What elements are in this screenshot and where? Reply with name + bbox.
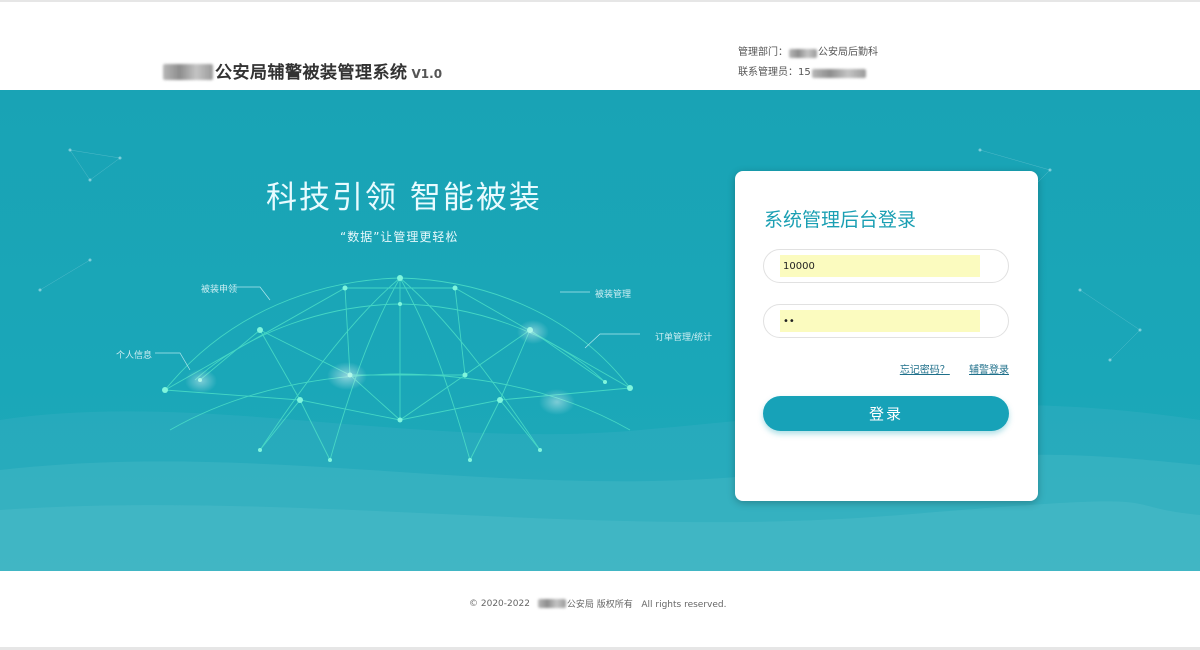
password-input[interactable] <box>780 310 980 332</box>
login-card: 系统管理后台登录 忘记密码？ 辅警登录 登录 <box>735 171 1038 501</box>
node-label-clothing-apply: 被装申领 <box>201 285 238 295</box>
contact-label: 联系管理员： <box>738 67 798 78</box>
copyright-prefix: © 2020-2022 <box>469 598 530 609</box>
redacted-text <box>163 64 213 80</box>
dept-value: 公安局后勤科 <box>818 47 878 58</box>
system-version: V1.0 <box>411 67 443 81</box>
hero-sub-slogan: “数据”让管理更轻松 <box>340 230 459 244</box>
username-input[interactable] <box>780 255 980 277</box>
contact-info: 管理部门： 公安局后勤科 联系管理员： 15 <box>738 43 878 83</box>
node-label-personal-info: 个人信息 <box>116 351 153 361</box>
password-field <box>763 304 1009 338</box>
login-title: 系统管理后台登录 <box>764 209 917 231</box>
copyright-suffix: 公安局 版权所有 All rights reserved. <box>566 600 727 610</box>
redacted-text <box>537 599 566 608</box>
username-field <box>763 249 1009 283</box>
hero-slogan: 科技引领 智能被装 <box>266 180 542 216</box>
login-button[interactable]: 登录 <box>763 396 1009 431</box>
contact-row: 联系管理员： 15 <box>738 63 878 83</box>
hero-banner: 科技引领 智能被装 “数据”让管理更轻松 被装申领 被装管理 订单管理/统计 个… <box>0 90 1200 571</box>
login-links: 忘记密码？ 辅警登录 <box>884 361 1009 376</box>
page-footer: © 2020-2022 公安局 版权所有 All rights reserved… <box>0 571 1200 650</box>
system-title: 公安局辅警被装管理系统 <box>215 63 408 83</box>
login-page: 公安局辅警被装管理系统 V1.0 管理部门： 公安局后勤科 联系管理员： 15 <box>0 0 1200 650</box>
node-label-order-stats: 订单管理/统计 <box>655 333 713 343</box>
dept-row: 管理部门： 公安局后勤科 <box>738 43 878 63</box>
redacted-text <box>811 68 866 78</box>
auxiliary-login-link[interactable]: 辅警登录 <box>969 365 1009 376</box>
forgot-password-link[interactable]: 忘记密码？ <box>900 365 950 376</box>
dept-label: 管理部门： <box>738 47 788 58</box>
page-header: 公安局辅警被装管理系统 V1.0 管理部门： 公安局后勤科 联系管理员： 15 <box>0 0 1200 90</box>
node-label-clothing-manage: 被装管理 <box>595 290 632 300</box>
redacted-text <box>789 48 817 58</box>
contact-value: 15 <box>798 67 811 78</box>
brand: 公安局辅警被装管理系统 V1.0 <box>163 58 442 83</box>
copyright: © 2020-2022 公安局 版权所有 All rights reserved… <box>469 597 727 611</box>
